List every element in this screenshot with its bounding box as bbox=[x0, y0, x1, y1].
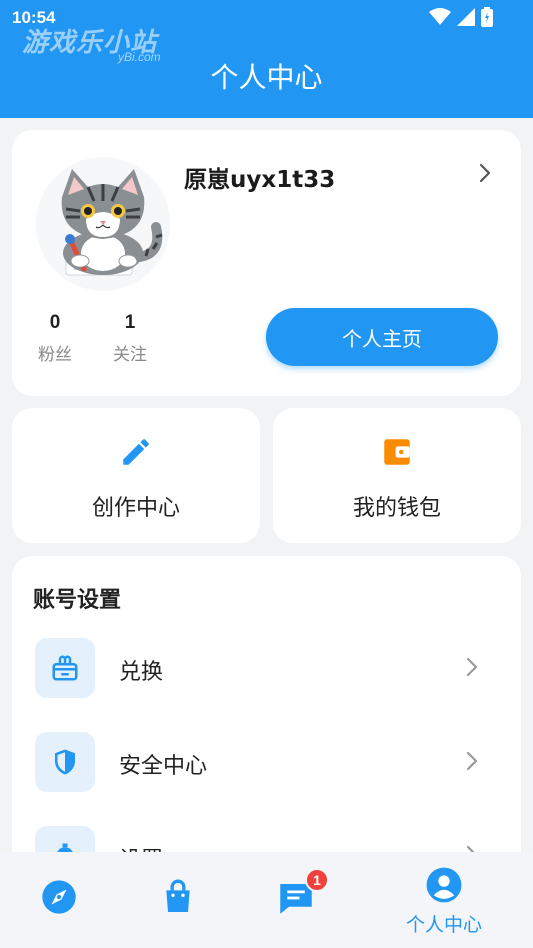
compass-icon bbox=[42, 880, 76, 914]
chevron-right-icon[interactable] bbox=[478, 162, 492, 184]
creation-center-label: 创作中心 bbox=[91, 496, 180, 521]
tab-profile-label: 个人中心 bbox=[405, 914, 482, 936]
stat-followers-value: 0 bbox=[49, 312, 61, 333]
tab-messages[interactable] bbox=[241, 852, 351, 948]
cat-avatar-image bbox=[36, 157, 170, 291]
settings-item-security[interactable]: 安全中心 bbox=[12, 724, 521, 796]
wallet-icon bbox=[384, 439, 410, 465]
user-icon bbox=[426, 867, 462, 903]
profile-card: 原崽uyx1t33 0 粉丝 1 关注 个人主页 bbox=[12, 130, 521, 396]
chevron-right-icon bbox=[466, 751, 478, 771]
settings-item-redeem[interactable]: 兑换 bbox=[12, 630, 521, 702]
shield-icon bbox=[55, 749, 75, 775]
tab-discover[interactable] bbox=[4, 852, 114, 948]
status-icons bbox=[429, 7, 493, 27]
bottom-tab-bar: 个人中心 bbox=[0, 852, 533, 948]
signal-icon bbox=[457, 8, 475, 26]
chevron-right-icon bbox=[466, 657, 478, 677]
gift-icon bbox=[52, 655, 78, 681]
battery-icon bbox=[481, 7, 493, 27]
wifi-icon bbox=[429, 8, 451, 25]
tab-profile[interactable]: 个人中心 bbox=[389, 852, 499, 948]
settings-item-security-label: 安全中心 bbox=[119, 754, 208, 779]
personal-homepage-button[interactable]: 个人主页 bbox=[266, 308, 498, 366]
account-settings-title: 账号设置 bbox=[33, 588, 122, 613]
tab-shop[interactable] bbox=[123, 852, 233, 948]
stat-followers[interactable]: 0 粉丝 bbox=[25, 312, 85, 365]
message-badge: 1 bbox=[305, 868, 329, 892]
stat-following[interactable]: 1 关注 bbox=[100, 312, 160, 365]
page-title: 个人中心 bbox=[210, 61, 323, 94]
creation-center-tile[interactable]: 创作中心 bbox=[12, 408, 260, 543]
pencil-icon bbox=[123, 439, 149, 465]
stat-following-label: 关注 bbox=[113, 345, 147, 365]
avatar[interactable] bbox=[36, 157, 170, 291]
my-wallet-tile[interactable]: 我的钱包 bbox=[273, 408, 521, 543]
username[interactable]: 原崽uyx1t33 bbox=[184, 160, 335, 194]
stat-followers-label: 粉丝 bbox=[38, 345, 72, 365]
my-wallet-label: 我的钱包 bbox=[352, 496, 441, 521]
settings-item-redeem-label: 兑换 bbox=[119, 660, 164, 685]
stat-following-value: 1 bbox=[124, 312, 136, 333]
app-header: 10:54 游戏乐小站 yBi.com 个人中心 bbox=[0, 0, 533, 118]
shopping-bag-icon bbox=[166, 879, 190, 912]
